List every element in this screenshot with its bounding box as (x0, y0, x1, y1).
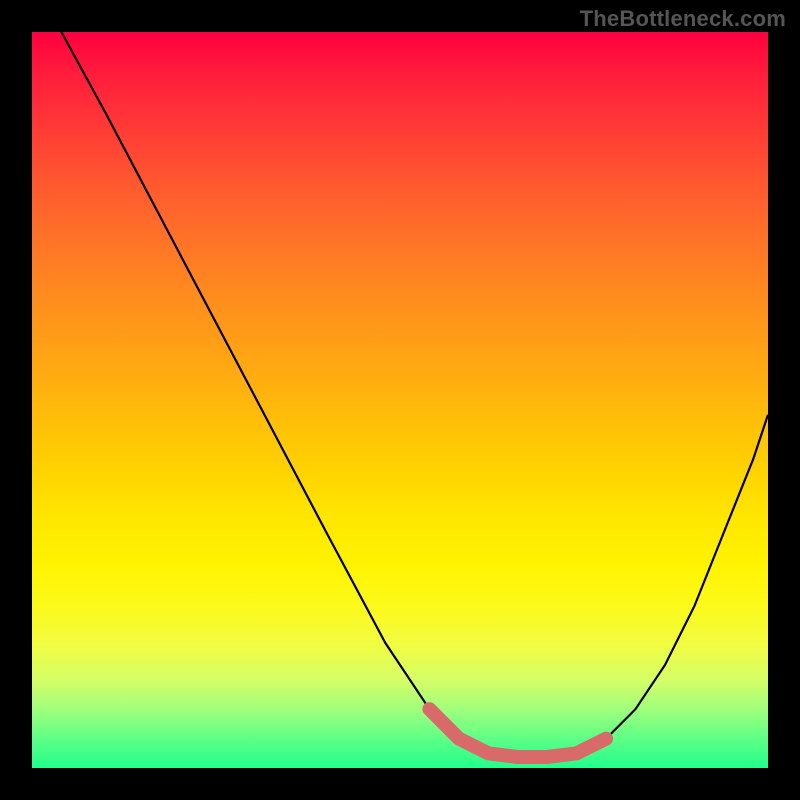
trough-highlight (429, 709, 606, 757)
watermark-text: TheBottleneck.com (580, 6, 786, 32)
chart-frame: TheBottleneck.com (0, 0, 800, 800)
curve-svg (32, 32, 768, 768)
plot-area (32, 32, 768, 768)
main-curve (61, 32, 768, 757)
